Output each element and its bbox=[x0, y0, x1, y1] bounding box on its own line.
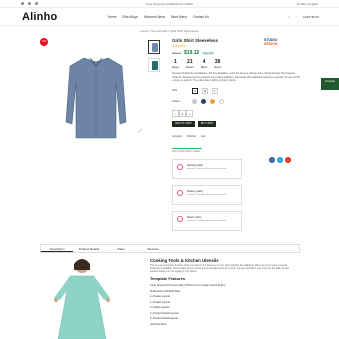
countdown-mins: 4 Mins bbox=[200, 59, 208, 69]
facebook-share-icon[interactable]: f bbox=[269, 157, 275, 163]
nav-more-menu[interactable]: More Menu bbox=[171, 15, 187, 19]
breadcrumb[interactable]: Home / New Arrivals / Girls Shirt Sleeve… bbox=[0, 29, 339, 34]
discount-badge: -9% bbox=[40, 38, 48, 46]
promo-text: Free shipping worldwide from $100 bbox=[146, 2, 193, 6]
old-price: $22.00 bbox=[172, 51, 182, 55]
qty-value[interactable]: 1 bbox=[179, 109, 186, 117]
size-selector: Size S M L bbox=[172, 87, 302, 94]
thumbnail-1[interactable] bbox=[148, 40, 160, 54]
thumbnail-list bbox=[148, 40, 160, 76]
policy-desc: edit with Customer Reassurance module bbox=[187, 194, 227, 196]
cart-actions: ADD TO CART BUY NOW bbox=[172, 120, 302, 127]
color-swatch-orange[interactable] bbox=[210, 98, 215, 104]
wishlist-icon[interactable]: ♡ bbox=[295, 15, 298, 19]
compare-widget[interactable]: Compare bbox=[321, 78, 339, 90]
share-buttons: f t p bbox=[269, 157, 291, 163]
thumbnail-shirt-blue bbox=[152, 43, 158, 52]
qty-decrease-button[interactable]: − bbox=[172, 109, 179, 117]
logo[interactable]: Alinho bbox=[22, 11, 57, 23]
dress-model-image bbox=[54, 259, 110, 339]
content-title: Cooking Tools & Kitchen Utensils bbox=[150, 258, 219, 263]
return-icon bbox=[177, 216, 183, 222]
brand-line-2: DESIGN bbox=[264, 42, 278, 46]
return-policy: Return policy edit with Customer Reassur… bbox=[172, 211, 242, 231]
feature-item: and Many More... bbox=[150, 322, 169, 326]
brand-logo: STUDIO DESIGN bbox=[264, 38, 298, 52]
size-option-l[interactable]: L bbox=[212, 87, 218, 94]
description-content: Cooking Tools & Kitchen Utensils This is… bbox=[150, 258, 290, 327]
color-swatch-navy[interactable] bbox=[201, 98, 206, 104]
countdown-secs: 38 Secs bbox=[214, 59, 221, 69]
nav-contact-us[interactable]: Contact Us bbox=[193, 15, 209, 19]
save-badge: Save 9% bbox=[202, 52, 215, 55]
nav-home[interactable]: Home bbox=[108, 15, 117, 19]
stock-progress-bar bbox=[172, 147, 202, 149]
content-body: This is a very important decision which … bbox=[150, 265, 289, 273]
ask-link[interactable]: Ask bbox=[201, 135, 205, 138]
wishlist-link[interactable]: Wishlist bbox=[187, 135, 196, 138]
tab-description[interactable]: Description bbox=[41, 245, 73, 252]
cart-button[interactable]: CART $0.00 bbox=[303, 15, 319, 19]
policy-desc: edit with Customer Reassurance module bbox=[187, 168, 227, 170]
features-title: Template Features bbox=[150, 276, 186, 281]
twitter-share-icon[interactable]: t bbox=[277, 157, 283, 163]
qty-increase-button[interactable]: + bbox=[186, 109, 193, 117]
product-info: Girls Shirt Sleeveless ★★★★★ $22.00 $19.… bbox=[172, 38, 302, 231]
color-swatch-white[interactable] bbox=[219, 98, 224, 104]
extra-actions: Compare Wishlist Ask bbox=[172, 135, 302, 138]
size-option-s[interactable]: S bbox=[192, 87, 198, 94]
shield-icon bbox=[177, 164, 183, 170]
header-icons: ⌕ ♡ CART $0.00 bbox=[288, 15, 319, 19]
color-swatch-grey[interactable] bbox=[192, 98, 197, 104]
currency-language[interactable]: $ USD | English bbox=[297, 2, 318, 6]
delivery-policy: Delivery policy edit with Customer Reass… bbox=[172, 185, 242, 205]
color-selector: Colors bbox=[172, 98, 302, 104]
quantity-stepper: − 1 + bbox=[172, 109, 302, 117]
size-label: Size bbox=[172, 89, 178, 92]
tab-product-details[interactable]: Product Details bbox=[73, 245, 105, 252]
new-price: $19.12 bbox=[184, 50, 200, 56]
nav-elite-alloys[interactable]: Elite Alloys bbox=[123, 15, 138, 19]
thumbnail-shirt-teal bbox=[152, 61, 158, 70]
main-nav: Home Elite Alloys Womens Wear More Menu … bbox=[108, 15, 209, 19]
product-gallery: -9% ⤢ bbox=[40, 38, 164, 143]
buy-now-button[interactable]: BUY NOW bbox=[197, 120, 216, 127]
countdown-hours: 21 Hours bbox=[185, 59, 194, 69]
product-tabs: Description Product Details Video Review… bbox=[40, 244, 300, 253]
tab-video[interactable]: Video bbox=[105, 245, 137, 252]
product-description: Sanchez Highlands and Mahina, the true E… bbox=[172, 72, 301, 82]
policy-title: Return policy bbox=[187, 216, 202, 219]
policy-title: Security policy bbox=[187, 164, 204, 167]
add-to-cart-button[interactable]: ADD TO CART bbox=[172, 120, 195, 127]
policy-title: Delivery policy bbox=[187, 190, 204, 193]
compare-link[interactable]: Compare bbox=[172, 135, 182, 138]
site-header: Alinho Home Elite Alloys Womens Wear Mor… bbox=[0, 8, 339, 26]
search-icon[interactable]: ⌕ bbox=[288, 15, 290, 19]
security-policy: Security policy edit with Customer Reass… bbox=[172, 159, 242, 179]
stock-text: Hurry! Only 6 left in stock bbox=[172, 150, 200, 153]
shirt-image[interactable] bbox=[62, 52, 130, 142]
pinterest-share-icon[interactable]: p bbox=[285, 157, 291, 163]
tab-reviews[interactable]: Reviews bbox=[137, 245, 169, 252]
thumbnail-2[interactable] bbox=[148, 58, 160, 72]
countdown-timer: 1 Days 21 Hours 4 Mins 38 Secs bbox=[172, 59, 302, 69]
zoom-icon[interactable]: ⤢ bbox=[139, 128, 142, 133]
countdown-days: 1 Days bbox=[172, 59, 179, 69]
truck-icon bbox=[177, 190, 183, 196]
color-label: Colors bbox=[172, 99, 180, 103]
top-bar: Free shipping worldwide from $100 $ USD … bbox=[0, 0, 339, 8]
policy-desc: edit with Customer Reassurance module bbox=[187, 220, 227, 222]
size-option-m[interactable]: M bbox=[202, 87, 208, 94]
nav-womens-wear[interactable]: Womens Wear bbox=[144, 15, 165, 19]
